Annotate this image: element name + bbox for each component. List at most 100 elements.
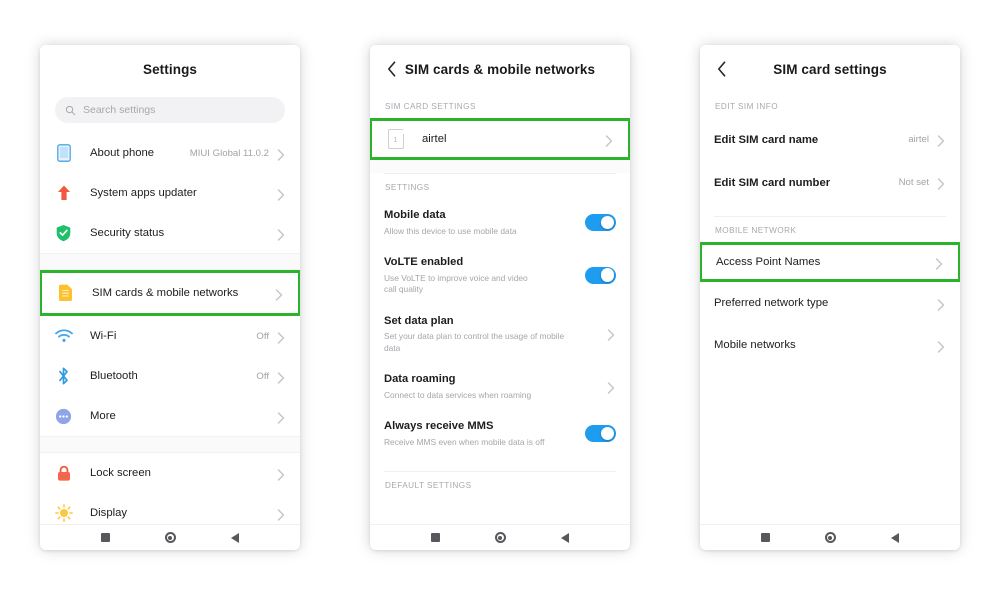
phone2-title-bar: SIM cards & mobile networks	[370, 45, 630, 93]
home-circle-icon[interactable]	[494, 532, 506, 543]
chevron-right-icon	[277, 228, 286, 241]
sidebar-item-label: SIM cards & mobile networks	[92, 287, 239, 299]
list-item-airtel-sim[interactable]: 1 airtel	[372, 121, 628, 157]
list-item-preferred-network-type[interactable]: Preferred network type	[700, 282, 960, 324]
list-item-title: VoLTE enabled	[384, 256, 464, 268]
list-item-title: Always receive MMS	[384, 420, 494, 432]
list-item-set-data-plan[interactable]: Set data plan Set your data plan to cont…	[370, 305, 630, 364]
home-circle-icon[interactable]	[164, 532, 176, 543]
list-item-value: airtel	[908, 134, 929, 145]
list-item-always-receive-mms[interactable]: Always receive MMS Receive MMS even when…	[370, 410, 630, 457]
highlight-box-access-point-names: Access Point Names	[700, 242, 960, 282]
list-item-volte-enabled[interactable]: VoLTE enabled Use VoLTE to improve voice…	[370, 246, 630, 305]
more-icon	[54, 407, 73, 426]
back-triangle-icon[interactable]	[230, 532, 239, 543]
chevron-right-icon	[607, 382, 616, 394]
list-item-edit-sim-card-name[interactable]: Edit SIM card name airtel	[700, 118, 960, 161]
sidebar-item-about-phone[interactable]: About phone MIUI Global 11.0.2	[40, 133, 300, 173]
sim-chip-slot-number: 1	[387, 128, 404, 149]
list-item-mobile-networks[interactable]: Mobile networks	[700, 324, 960, 366]
page-title: Settings	[142, 61, 198, 77]
chevron-right-icon	[277, 148, 286, 161]
section-gap	[370, 160, 630, 173]
sidebar-item-wifi[interactable]: Wi-Fi Off	[40, 316, 300, 356]
phone-screen-sim-card-settings: SIM card settings EDIT SIM INFO Edit SIM…	[700, 45, 960, 550]
recents-square-icon[interactable]	[101, 533, 111, 542]
volte-toggle[interactable]	[585, 266, 616, 284]
sidebar-item-bluetooth[interactable]: Bluetooth Off	[40, 356, 300, 396]
toggle-knob	[600, 268, 615, 283]
search-input[interactable]: Search settings	[55, 97, 285, 123]
recents-square-icon[interactable]	[761, 533, 771, 542]
phone3-screen-content: SIM card settings EDIT SIM INFO Edit SIM…	[700, 45, 960, 524]
sidebar-item-label: About phone	[90, 147, 155, 159]
section-gap	[40, 436, 300, 453]
list-item-label: Mobile networks	[714, 339, 796, 351]
search-wrapper: Search settings	[40, 93, 300, 133]
highlight-box-airtel: 1 airtel	[370, 118, 630, 160]
mobile-data-toggle[interactable]	[585, 214, 616, 231]
phone1-title-bar: Settings	[40, 45, 300, 93]
section-label-settings: SETTINGS	[385, 183, 430, 192]
phone3-title-bar: SIM card settings	[700, 45, 960, 93]
list-item-value: Not set	[898, 177, 929, 188]
list-item-mobile-data[interactable]: Mobile data Allow this device to use mob…	[370, 199, 630, 246]
highlight-box-sim-cards: SIM cards & mobile networks	[40, 270, 300, 316]
section-label-mobile-network: MOBILE NETWORK	[715, 226, 797, 235]
list-item-texts: Mobile data Allow this device to use mob…	[384, 208, 585, 237]
page-title: SIM cards & mobile networks	[404, 61, 596, 77]
sim-chip-icon: 1	[386, 128, 405, 149]
sim-card-icon	[56, 284, 75, 303]
list-item-title: Set data plan	[384, 314, 454, 327]
list-item-label: airtel	[422, 133, 447, 145]
list-item-label: Access Point Names	[716, 256, 821, 268]
sidebar-item-label: Security status	[90, 227, 165, 239]
sidebar-item-label: Display	[90, 507, 128, 519]
list-item-texts: VoLTE enabled Use VoLTE to improve voice…	[384, 255, 585, 296]
list-item-access-point-names[interactable]: Access Point Names	[702, 245, 958, 279]
chevron-right-icon	[277, 508, 286, 521]
sidebar-item-more[interactable]: More	[40, 396, 300, 436]
recents-square-icon[interactable]	[431, 533, 441, 542]
toggle-knob	[600, 426, 615, 441]
brightness-icon	[54, 504, 73, 523]
page-title: SIM card settings	[773, 61, 887, 77]
phone1-navigation-bar	[40, 524, 300, 550]
sidebar-item-value: Off	[256, 370, 269, 382]
sidebar-item-label: More	[90, 410, 116, 422]
back-chevron-icon[interactable]	[384, 61, 400, 77]
section-gap	[40, 253, 300, 270]
chevron-right-icon	[277, 371, 286, 384]
sidebar-item-label: System apps updater	[90, 187, 197, 199]
sidebar-item-lock-screen[interactable]: Lock screen	[40, 453, 300, 493]
sidebar-item-value: Off	[256, 330, 269, 342]
chevron-right-icon	[277, 468, 286, 481]
back-triangle-icon[interactable]	[560, 532, 569, 543]
chevron-right-icon	[275, 288, 284, 301]
back-chevron-icon[interactable]	[714, 61, 730, 77]
sidebar-item-system-apps-updater[interactable]: System apps updater	[40, 173, 300, 213]
chevron-right-icon	[937, 178, 946, 190]
up-arrow-icon	[54, 184, 73, 203]
chevron-right-icon	[937, 298, 946, 311]
list-item-title: Data roaming	[384, 373, 456, 385]
sidebar-item-label: Bluetooth	[90, 370, 138, 382]
list-item-edit-sim-card-number[interactable]: Edit SIM card number Not set	[700, 161, 960, 204]
always-receive-mms-toggle[interactable]	[585, 425, 616, 442]
list-item-subtitle: Receive MMS even when mobile data is off	[384, 436, 545, 447]
sidebar-item-sim-cards-mobile-networks[interactable]: SIM cards & mobile networks	[42, 273, 298, 313]
home-circle-icon[interactable]	[824, 532, 836, 543]
screenshot-stage: Settings Search settings About phone MIU…	[0, 0, 1000, 600]
back-triangle-icon[interactable]	[890, 532, 899, 543]
list-item-data-roaming[interactable]: Data roaming Connect to data services wh…	[370, 363, 630, 410]
search-icon	[65, 105, 76, 115]
sidebar-item-security-status[interactable]: Security status	[40, 213, 300, 253]
list-item-subtitle: Set your data plan to control the usage …	[384, 331, 565, 353]
sidebar-item-value: MIUI Global 11.0.2	[189, 147, 269, 159]
shield-check-icon	[54, 224, 73, 243]
toggle-knob	[600, 215, 615, 230]
list-item-texts: Always receive MMS Receive MMS even when…	[384, 419, 585, 448]
section-label-sim-card-settings: SIM CARD SETTINGS	[385, 102, 476, 111]
sidebar-item-display[interactable]: Display	[40, 493, 300, 524]
